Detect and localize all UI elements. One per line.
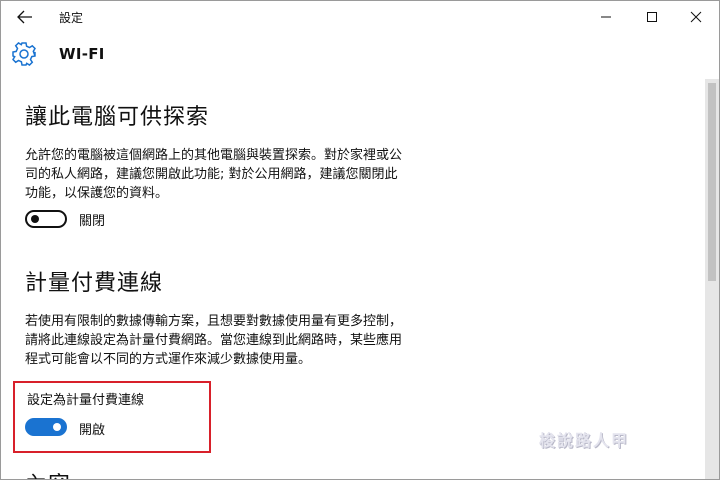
highlight-box [13, 381, 211, 453]
maximize-icon [647, 12, 657, 22]
next-section-heading: 內容 [25, 467, 71, 479]
metered-heading: 計量付費連線 [25, 271, 164, 296]
close-button[interactable] [673, 1, 719, 33]
discoverable-description-line-3: 功能，以保護您的資料。 [25, 186, 169, 201]
discoverable-toggle[interactable] [25, 210, 67, 228]
discoverable-heading: 讓此電腦可供探索 [25, 105, 210, 130]
settings-window: 設定 WI-FI 讓此電腦可供探索 允許您的電腦被這個網路上的其他電腦與裝置探索… [0, 0, 720, 480]
scrollbar-thumb[interactable] [708, 83, 716, 281]
maximize-button[interactable] [629, 1, 675, 33]
back-button[interactable] [9, 4, 41, 30]
discoverable-description-line-1: 允許您的電腦被這個網路上的其他電腦與裝置探索。對於家裡或公 [25, 148, 403, 163]
back-arrow-icon [17, 10, 32, 24]
close-icon [690, 11, 702, 23]
metered-description: 若使用有限制的數據傳輸方案，且想要對數據使用量有更多控制， 請將此連線設定為計量… [25, 312, 455, 369]
minimize-button[interactable] [583, 1, 629, 33]
minimize-icon [601, 16, 611, 18]
toggle-knob [31, 215, 39, 223]
watermark: 梭說路人甲 [539, 431, 630, 450]
metered-description-line-3: 程式可能會以不同的方式運作來減少數據使用量。 [25, 352, 312, 367]
gear-icon [12, 42, 36, 66]
title-bar: 設定 [1, 1, 719, 33]
discoverable-toggle-state: 關閉 [79, 214, 106, 229]
page-title: WI-FI [59, 45, 105, 63]
discoverable-description-line-2: 司的私人網路，建議您開啟此功能; 對於公用網路，建議您關閉此 [25, 167, 398, 182]
metered-description-line-2: 請將此連線設定為計量付費網路。當您連線到此網路時，某些應用 [25, 333, 403, 348]
discoverable-description: 允許您的電腦被這個網路上的其他電腦與裝置探索。對於家裡或公 司的私人網路，建議您… [25, 146, 455, 203]
page-header: WI-FI [1, 33, 719, 77]
metered-description-line-1: 若使用有限制的數據傳輸方案，且想要對數據使用量有更多控制， [25, 314, 403, 329]
window-title: 設定 [59, 11, 84, 25]
